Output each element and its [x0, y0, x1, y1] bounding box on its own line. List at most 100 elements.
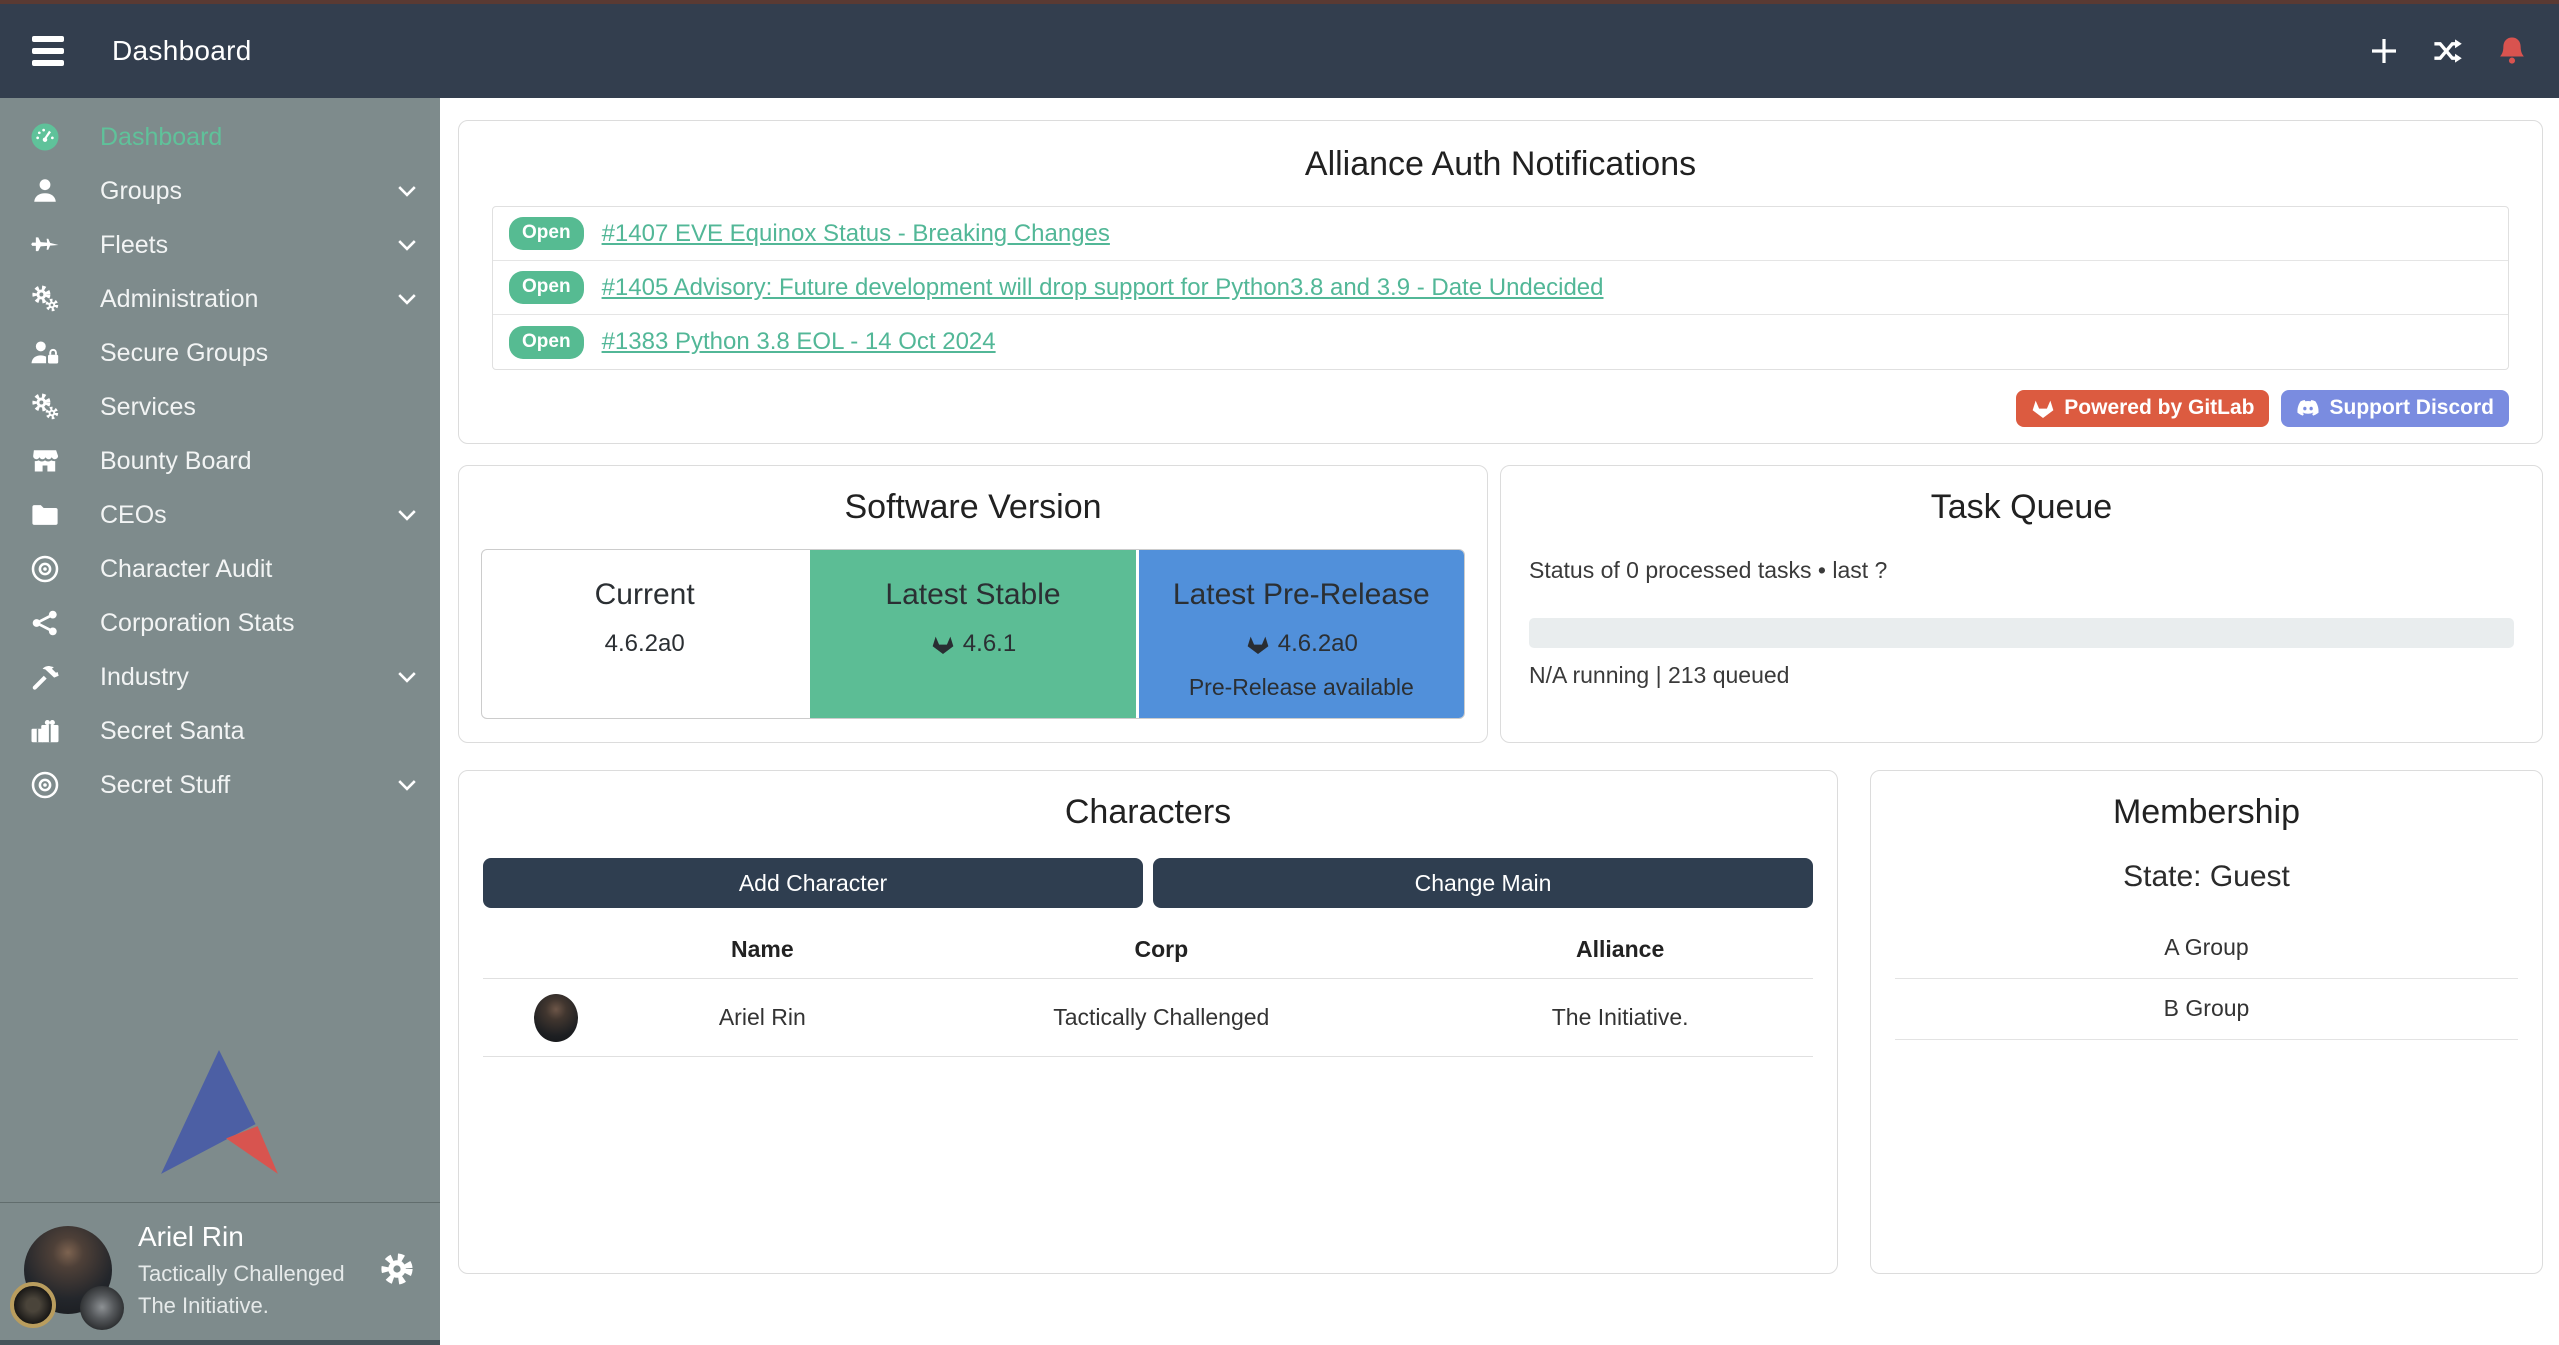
notifications-panel: Alliance Auth Notifications Open #1407 E… — [458, 120, 2543, 444]
chevron-down-icon — [394, 286, 420, 312]
sidebar-item-label: Secret Stuff — [100, 771, 230, 800]
characters-actions: Add Character Change Main — [483, 858, 1813, 908]
character-name: Ariel Rin — [629, 979, 895, 1057]
change-main-button[interactable]: Change Main — [1153, 858, 1813, 908]
membership-title: Membership — [1895, 793, 2518, 832]
discord-icon — [2296, 396, 2320, 420]
notification-link[interactable]: #1407 EVE Equinox Status - Breaking Chan… — [602, 220, 1110, 248]
task-queue-panel: Task Queue Status of 0 processed tasks •… — [1500, 465, 2543, 743]
version-current: Current 4.6.2a0 — [482, 550, 807, 718]
notification-link[interactable]: #1383 Python 3.8 EOL - 14 Oct 2024 — [602, 328, 996, 356]
task-queue-line: N/A running | 213 queued — [1529, 662, 2514, 689]
sidebar-item-label: Industry — [100, 663, 189, 692]
user-icon — [30, 175, 66, 207]
character-alliance: The Initiative. — [1427, 979, 1813, 1057]
character-corp: Tactically Challenged — [895, 979, 1427, 1057]
navbar-actions — [2367, 34, 2529, 68]
version-columns: Current 4.6.2a0 Latest Stable 4.6.1 Late… — [481, 549, 1465, 719]
header-name: Name — [629, 922, 895, 979]
version-current-label: Current — [482, 578, 807, 612]
sidebar-item-groups[interactable]: Groups — [0, 164, 440, 218]
header-corp: Corp — [895, 922, 1427, 979]
status-row: Software Version Current 4.6.2a0 Latest … — [458, 465, 2543, 743]
sidebar-item-label: Fleets — [100, 231, 168, 260]
notifications-title: Alliance Auth Notifications — [492, 145, 2509, 184]
task-queue-title: Task Queue — [1529, 488, 2514, 527]
chevron-down-icon — [394, 232, 420, 258]
alliance-auth-logo — [0, 1050, 440, 1202]
sidebar-item-corporation-stats[interactable]: Corporation Stats — [0, 596, 440, 650]
version-stable-label: Latest Stable — [810, 578, 1135, 612]
eye-icon — [30, 769, 66, 801]
discord-badge-label: Support Discord — [2329, 396, 2494, 420]
sidebar-item-secret-stuff[interactable]: Secret Stuff — [0, 758, 440, 812]
characters-panel: Characters Add Character Change Main Nam… — [458, 770, 1838, 1274]
membership-state: State: Guest — [1895, 860, 2518, 894]
user-alliance: The Initiative. — [138, 1293, 368, 1319]
chevron-down-icon — [394, 664, 420, 690]
sidebar-item-bounty-board[interactable]: Bounty Board — [0, 434, 440, 488]
version-latest-stable: Latest Stable 4.6.1 — [807, 550, 1135, 718]
sidebar-item-ceos[interactable]: CEOs — [0, 488, 440, 542]
characters-table-header: Name Corp Alliance — [483, 922, 1813, 979]
notification-link[interactable]: #1405 Advisory: Future development will … — [602, 274, 1604, 302]
gear-icon[interactable] — [378, 1250, 418, 1290]
notification-item: Open #1405 Advisory: Future development … — [493, 261, 2508, 315]
fighter-jet-icon — [30, 229, 66, 261]
user-panel: Ariel Rin Tactically Challenged The Init… — [0, 1203, 440, 1345]
chevron-down-icon — [394, 772, 420, 798]
sidebar-item-industry[interactable]: Industry — [0, 650, 440, 704]
sidebar-item-secret-santa[interactable]: Secret Santa — [0, 704, 440, 758]
version-stable-value: 4.6.1 — [963, 630, 1016, 658]
user-corp: Tactically Challenged — [138, 1261, 368, 1287]
store-icon — [30, 445, 66, 477]
cogs-icon — [30, 283, 66, 315]
shuffle-icon[interactable] — [2431, 34, 2465, 68]
share-icon — [30, 607, 66, 639]
membership-groups: A Group B Group — [1895, 918, 2518, 1040]
gifts-icon — [30, 715, 66, 747]
sidebar-item-character-audit[interactable]: Character Audit — [0, 542, 440, 596]
user-info: Ariel Rin Tactically Challenged The Init… — [138, 1221, 368, 1319]
membership-panel: Membership State: Guest A Group B Group — [1870, 770, 2543, 1274]
chevron-down-icon — [394, 502, 420, 528]
chevron-down-icon — [394, 178, 420, 204]
character-row-portrait — [534, 994, 578, 1042]
characters-row: Characters Add Character Change Main Nam… — [458, 770, 2543, 1274]
characters-title: Characters — [483, 793, 1813, 832]
gitlab-badge[interactable]: Powered by GitLab — [2016, 390, 2269, 427]
avatar — [24, 1226, 112, 1314]
page-title: Dashboard — [112, 35, 252, 67]
sidebar-item-secure-groups[interactable]: Secure Groups — [0, 326, 440, 380]
sidebar-item-administration[interactable]: Administration — [0, 272, 440, 326]
gitlab-fox-icon — [2031, 396, 2055, 420]
table-row: Ariel Rin Tactically Challenged The Init… — [483, 979, 1813, 1057]
eye-icon — [30, 553, 66, 585]
gitlab-fox-icon — [1245, 632, 1271, 656]
sidebar-item-label: Corporation Stats — [100, 609, 295, 638]
bell-icon[interactable] — [2495, 34, 2529, 68]
add-icon[interactable] — [2367, 34, 2401, 68]
status-badge: Open — [509, 271, 584, 304]
sidebar-item-dashboard[interactable]: Dashboard — [0, 110, 440, 164]
software-version-title: Software Version — [481, 488, 1465, 527]
user-lock-icon — [30, 337, 66, 369]
menu-icon[interactable] — [26, 34, 70, 68]
discord-badge[interactable]: Support Discord — [2281, 390, 2509, 427]
list-item: B Group — [1895, 979, 2518, 1040]
sidebar-menu: Dashboard Groups Fleets Administra — [0, 98, 440, 812]
version-prerelease-label: Latest Pre-Release — [1139, 578, 1464, 612]
notification-item: Open #1383 Python 3.8 EOL - 14 Oct 2024 — [493, 315, 2508, 369]
dashboard-gauge-icon — [30, 121, 66, 153]
task-status-line: Status of 0 processed tasks • last ? — [1529, 557, 2514, 584]
cogs-icon — [30, 391, 66, 423]
sidebar-item-label: Bounty Board — [100, 447, 252, 476]
sidebar-item-fleets[interactable]: Fleets — [0, 218, 440, 272]
task-progress-bar — [1529, 618, 2514, 648]
prerelease-note: Pre-Release available — [1139, 674, 1464, 701]
sidebar-item-label: Secret Santa — [100, 717, 245, 746]
characters-table: Name Corp Alliance Ariel Rin Tactically … — [483, 922, 1813, 1057]
corp-logo-badge — [10, 1282, 56, 1328]
sidebar-item-services[interactable]: Services — [0, 380, 440, 434]
add-character-button[interactable]: Add Character — [483, 858, 1143, 908]
